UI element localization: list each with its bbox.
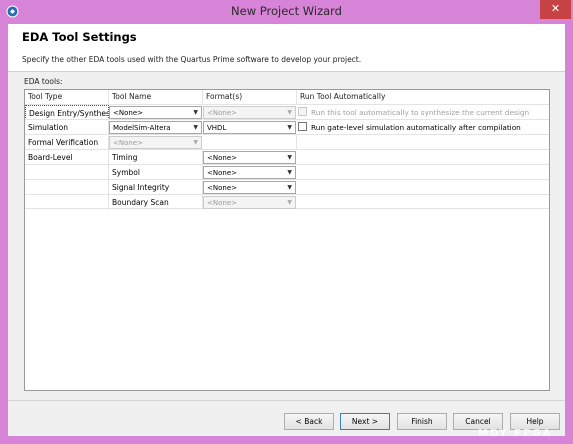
format-select[interactable]: <None> ▼ (203, 181, 296, 194)
format-select[interactable]: <None> ▼ (203, 151, 296, 164)
tool-type-cell[interactable]: Design Entry/Synthesis (25, 105, 109, 120)
tool-name-cell: Boundary Scan (109, 195, 203, 210)
column-header-tool-name: Tool Name (109, 90, 203, 104)
chevron-down-icon: ▼ (287, 154, 292, 161)
column-header-run-automatically: Run Tool Automatically (300, 92, 386, 101)
close-icon[interactable]: ✕ (540, 0, 571, 19)
chevron-down-icon: ▼ (287, 109, 292, 116)
watermark: MDY FPGA (478, 428, 553, 439)
wizard-client-area: EDA Tool Settings Specify the other EDA … (8, 24, 565, 436)
chevron-down-icon: ▼ (287, 199, 292, 206)
tool-type-cell: Board-Level (25, 150, 109, 165)
table-row: Signal Integrity <None> ▼ (25, 179, 549, 195)
chevron-down-icon: ▼ (287, 124, 292, 131)
table-row: Board-Level Timing <None> ▼ (25, 149, 549, 165)
format-select[interactable]: VHDL ▼ (203, 121, 296, 134)
title-bar[interactable]: New Project Wizard ✕ (0, 0, 573, 24)
tool-type-cell (25, 180, 109, 195)
tool-name-select[interactable]: <None> ▼ (109, 106, 202, 119)
wizard-window: New Project Wizard ✕ EDA Tool Settings S… (0, 0, 573, 444)
run-automatically-label: Run this tool automatically to synthesiz… (311, 108, 530, 117)
format-cell (203, 135, 297, 150)
tool-name-select[interactable]: <None> ▼ (109, 136, 202, 149)
chevron-down-icon: ▼ (287, 184, 292, 191)
run-automatically-label: Run gate-level simulation automatically … (311, 123, 521, 132)
chevron-down-icon: ▼ (193, 139, 198, 146)
back-button[interactable]: < Back (284, 413, 334, 430)
table-row: Symbol <None> ▼ (25, 164, 549, 180)
tool-type-cell (25, 165, 109, 180)
tool-type-cell (25, 195, 109, 210)
format-select[interactable]: <None> ▼ (203, 106, 296, 119)
page-title: EDA Tool Settings (22, 30, 137, 44)
format-select[interactable]: <None> ▼ (203, 166, 296, 179)
tool-type-cell: Simulation (25, 120, 109, 135)
tool-name-cell: Signal Integrity (109, 180, 203, 195)
eda-tools-table: Tool Type Tool Name Format(s) Run Tool A… (24, 89, 550, 391)
table-row: Design Entry/Synthesis <None> ▼ <None> ▼ R… (25, 104, 549, 120)
column-header-formats: Format(s) (203, 90, 297, 104)
tool-name-cell: Timing (109, 150, 203, 165)
run-automatically-checkbox[interactable] (298, 107, 307, 116)
tool-name-cell: Symbol (109, 165, 203, 180)
chevron-down-icon: ▼ (287, 169, 292, 176)
run-automatically-checkbox[interactable] (298, 122, 307, 131)
footer-divider (8, 400, 565, 401)
chevron-down-icon: ▼ (193, 109, 198, 116)
eda-tools-label: EDA tools: (24, 77, 63, 86)
tool-type-cell: Formal Verification (25, 135, 109, 150)
next-button[interactable]: Next > (340, 413, 390, 430)
table-row: Boundary Scan <None> ▼ (25, 194, 549, 210)
table-row: Simulation ModelSim-Altera ▼ VHDL ▼ Run ga… (25, 119, 549, 135)
chevron-down-icon: ▼ (193, 124, 198, 131)
tool-name-select[interactable]: ModelSim-Altera ▼ (109, 121, 202, 134)
finish-button[interactable]: Finish (397, 413, 447, 430)
table-row: Formal Verification <None> ▼ (25, 134, 549, 150)
column-header-tool-type: Tool Type (25, 90, 109, 104)
format-select[interactable]: <None> ▼ (203, 196, 296, 209)
page-subtitle: Specify the other EDA tools used with th… (22, 55, 362, 64)
page-header: EDA Tool Settings Specify the other EDA … (8, 24, 565, 72)
window-title: New Project Wizard (231, 4, 342, 18)
